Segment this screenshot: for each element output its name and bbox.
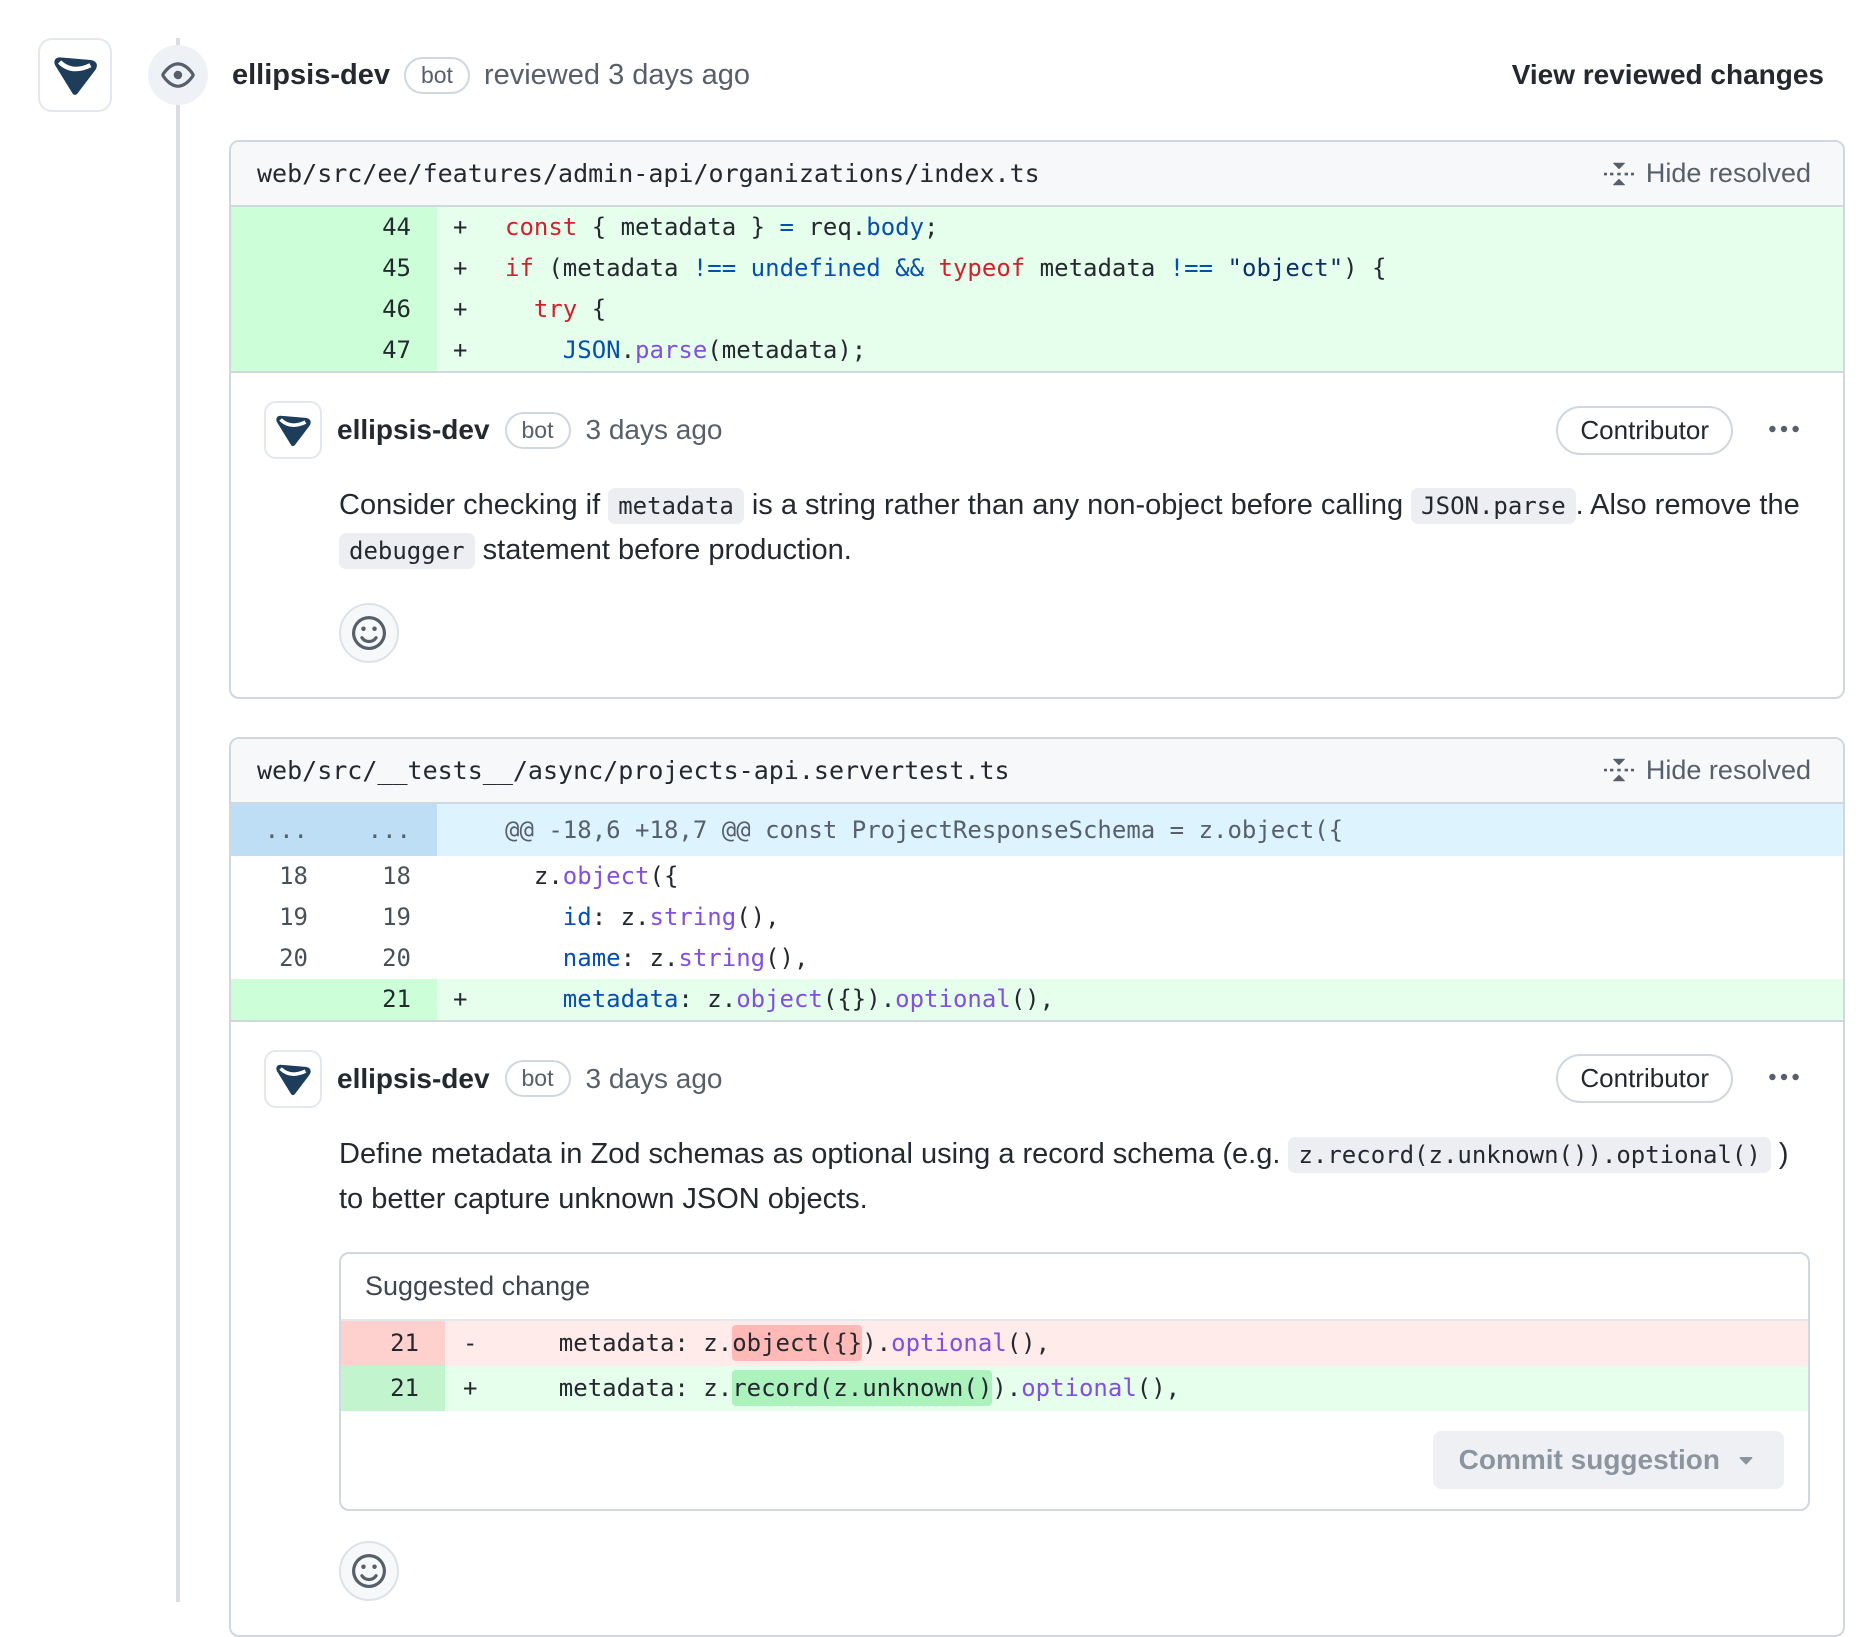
review-event-header: ellipsis-dev bot reviewed 3 days ago Vie…	[0, 38, 1858, 112]
fold-icon	[1604, 755, 1634, 785]
comment-options-button[interactable]	[1758, 1055, 1810, 1102]
add-reaction-button[interactable]	[339, 603, 399, 663]
suggested-change-title: Suggested change	[341, 1254, 1808, 1321]
comment-options-button[interactable]	[1758, 407, 1810, 454]
review-action-text: reviewed 3 days ago	[484, 59, 750, 92]
comment-header: ellipsis-dev bot 3 days ago Contributor	[264, 401, 1810, 459]
comment-author[interactable]: ellipsis-dev	[337, 414, 490, 446]
kebab-icon	[1768, 413, 1800, 445]
suggestion-line: 21+ metadata: z.record(z.unknown()).opti…	[341, 1366, 1808, 1411]
suggested-change-box: Suggested change 21- metadata: z.object(…	[339, 1252, 1810, 1511]
inline-code: JSON.parse	[1411, 488, 1576, 524]
diff-line: 1818 z.object({	[231, 856, 1843, 897]
review-comment: ellipsis-dev bot 3 days ago Contributor …	[231, 371, 1843, 697]
comment-header: ellipsis-dev bot 3 days ago Contributor	[264, 1050, 1810, 1108]
contributor-badge: Contributor	[1556, 1054, 1733, 1103]
diff-line: ......@@ -18,6 +18,7 @@ const ProjectRes…	[231, 804, 1843, 856]
hide-resolved-button[interactable]: Hide resolved	[1598, 754, 1817, 787]
bot-badge: bot	[505, 1060, 571, 1097]
diff-line: 47+ JSON.parse(metadata);	[231, 330, 1843, 371]
comment-body: Define metadata in Zod schemas as option…	[339, 1132, 1810, 1222]
review-thread-card: web/src/ee/features/admin-api/organizati…	[229, 140, 1845, 699]
review-cards: web/src/ee/features/admin-api/organizati…	[229, 140, 1845, 1637]
comment-author[interactable]: ellipsis-dev	[337, 1063, 490, 1095]
inline-code: debugger	[339, 533, 475, 569]
suggestion-diff: 21- metadata: z.object({}).optional(),21…	[341, 1321, 1808, 1411]
file-header: web/src/__tests__/async/projects-api.ser…	[231, 739, 1843, 804]
smiley-icon	[352, 616, 386, 650]
file-path-link[interactable]: web/src/__tests__/async/projects-api.ser…	[257, 756, 1010, 785]
inline-code: metadata	[608, 488, 744, 524]
hide-resolved-label: Hide resolved	[1646, 755, 1811, 786]
kebab-icon	[1768, 1061, 1800, 1093]
eye-icon	[161, 58, 195, 92]
commit-suggestion-label: Commit suggestion	[1459, 1444, 1720, 1476]
avatar[interactable]	[264, 1050, 322, 1108]
diff-line: 44+const { metadata } = req.body;	[231, 207, 1843, 248]
diff-line: 21+ metadata: z.object({}).optional(),	[231, 979, 1843, 1020]
timeline-line	[176, 38, 180, 1602]
eye-badge	[148, 45, 208, 105]
diff-line: 2020 name: z.string(),	[231, 938, 1843, 979]
ellipsis-logo-icon	[49, 49, 101, 101]
review-thread-card: web/src/__tests__/async/projects-api.ser…	[229, 737, 1845, 1637]
add-reaction-button[interactable]	[339, 1541, 399, 1601]
hide-resolved-label: Hide resolved	[1646, 158, 1811, 189]
bot-badge: bot	[404, 57, 470, 94]
suggestion-line: 21- metadata: z.object({}).optional(),	[341, 1321, 1808, 1366]
view-reviewed-changes-button[interactable]: View reviewed changes	[1506, 58, 1830, 92]
inline-code: z.record(z.unknown()).optional()	[1288, 1137, 1770, 1173]
diff-line: 1919 id: z.string(),	[231, 897, 1843, 938]
comment-body: Consider checking if metadata is a strin…	[339, 483, 1810, 573]
comment-timestamp[interactable]: 3 days ago	[586, 1063, 723, 1095]
diff-line: 45+if (metadata !== undefined && typeof …	[231, 248, 1843, 289]
diff-block: ......@@ -18,6 +18,7 @@ const ProjectRes…	[231, 804, 1843, 1020]
file-header: web/src/ee/features/admin-api/organizati…	[231, 142, 1843, 207]
contributor-badge: Contributor	[1556, 406, 1733, 455]
diff-line: 46+ try {	[231, 289, 1843, 330]
bot-badge: bot	[505, 412, 571, 449]
avatar[interactable]	[38, 38, 112, 112]
file-path-link[interactable]: web/src/ee/features/admin-api/organizati…	[257, 159, 1040, 188]
ellipsis-logo-icon	[272, 409, 314, 451]
avatar[interactable]	[264, 401, 322, 459]
comment-timestamp[interactable]: 3 days ago	[586, 414, 723, 446]
diff-block: 44+const { metadata } = req.body;45+if (…	[231, 207, 1843, 371]
suggestion-footer: Commit suggestion	[341, 1411, 1808, 1509]
ellipsis-logo-icon	[272, 1058, 314, 1100]
commit-suggestion-button[interactable]: Commit suggestion	[1433, 1431, 1784, 1489]
reviewer-name[interactable]: ellipsis-dev	[232, 59, 390, 92]
smiley-icon	[352, 1554, 386, 1588]
review-comment: ellipsis-dev bot 3 days ago Contributor …	[231, 1020, 1843, 1635]
dropdown-caret-icon	[1734, 1448, 1758, 1472]
fold-icon	[1604, 159, 1634, 189]
hide-resolved-button[interactable]: Hide resolved	[1598, 157, 1817, 190]
